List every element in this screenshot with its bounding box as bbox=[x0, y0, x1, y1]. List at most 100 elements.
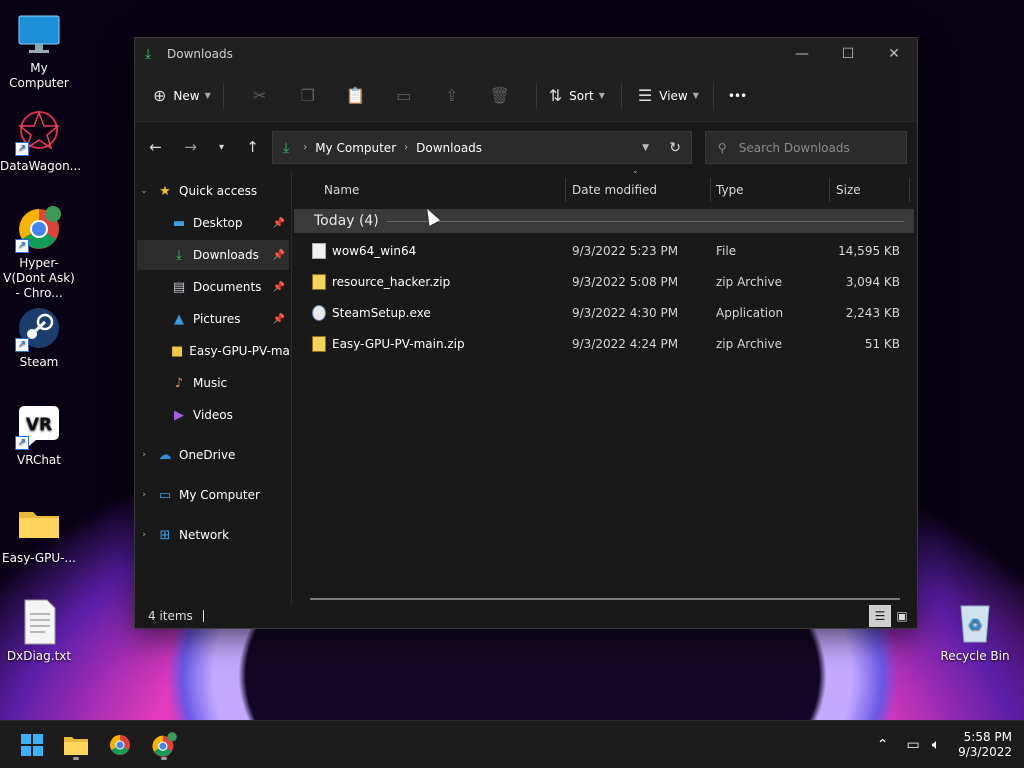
column-header-type[interactable]: Type bbox=[716, 172, 744, 208]
shortcut-arrow-icon: ↗ bbox=[15, 239, 29, 253]
file-type: zip Archive bbox=[716, 274, 782, 289]
taskbar-file-explorer[interactable] bbox=[56, 729, 96, 761]
desktop-icon-easy-gpu[interactable]: Easy-GPU-... bbox=[0, 500, 78, 566]
shortcut-arrow-icon: ↗ bbox=[15, 338, 29, 352]
desktop-icon-my-computer[interactable]: My Computer bbox=[0, 10, 78, 91]
sidebar-item-label: Downloads bbox=[193, 248, 259, 262]
clock-time: 5:58 PM bbox=[963, 730, 1012, 744]
search-input[interactable] bbox=[738, 140, 889, 155]
desktop-icon-hyperv-chrome[interactable]: ↗ Hyper-V(Dont Ask) - Chro... bbox=[0, 205, 78, 301]
command-bar: ⊕ New ▼ ✂ ❐ 📋 ▭ ⇪ 🗑 ⇅ Sort ▼ ☰ View ▼ ••… bbox=[135, 70, 917, 122]
back-arrow-icon[interactable]: ← bbox=[140, 138, 171, 156]
table-row[interactable]: wow64_win64 9/3/2022 5:23 PM File 14,595… bbox=[292, 235, 912, 266]
more-options-button[interactable]: ••• bbox=[728, 80, 747, 112]
explorer-body: ⌄ ★ Quick access ▬ Desktop 📌 ⤓ Downloads… bbox=[135, 166, 917, 606]
minimize-button[interactable]: — bbox=[779, 38, 825, 70]
pin-icon: 📌 bbox=[272, 281, 285, 293]
desktop-icon-dxdiag[interactable]: DxDiag.txt bbox=[0, 598, 78, 664]
active-indicator bbox=[73, 757, 79, 760]
chevron-right-icon[interactable]: › bbox=[137, 490, 151, 500]
column-divider[interactable] bbox=[565, 178, 566, 202]
column-divider[interactable] bbox=[710, 178, 711, 202]
sidebar-item-desktop[interactable]: ▬ Desktop 📌 bbox=[137, 208, 289, 238]
system-tray: ⌃ ▭ 🔈︎ 5:58 PM 9/3/2022 bbox=[871, 721, 1024, 768]
breadcrumb-downloads[interactable]: Downloads bbox=[416, 141, 482, 155]
taskbar-chrome[interactable] bbox=[100, 729, 140, 761]
windows-logo-icon bbox=[21, 734, 43, 756]
refresh-icon[interactable]: ↻ bbox=[669, 140, 681, 156]
maximize-button[interactable]: ☐ bbox=[825, 38, 871, 70]
sidebar-item-label: Quick access bbox=[179, 184, 258, 198]
copy-icon[interactable]: ❐ bbox=[284, 86, 332, 105]
paste-icon[interactable]: 📋 bbox=[332, 86, 380, 105]
desktop-icon-steam[interactable]: ↗ Steam bbox=[0, 304, 78, 370]
title-bar[interactable]: ⤓ Downloads — ☐ ✕ bbox=[135, 38, 917, 70]
clock-date: 9/3/2022 bbox=[958, 745, 1012, 759]
group-divider bbox=[386, 220, 904, 222]
taskbar-chrome-profile[interactable] bbox=[144, 729, 184, 761]
delete-icon[interactable]: 🗑 bbox=[476, 86, 524, 105]
column-header-size[interactable]: Size bbox=[836, 172, 861, 208]
chevron-right-icon[interactable]: › bbox=[137, 450, 151, 460]
forward-arrow-icon[interactable]: → bbox=[175, 138, 206, 156]
desktop-icon-vrchat[interactable]: VR ↗ VRChat bbox=[0, 402, 78, 468]
sidebar-item-network[interactable]: › ⊞ Network bbox=[137, 520, 289, 550]
file-icon bbox=[312, 242, 326, 259]
volume-icon[interactable]: 🔈︎ bbox=[932, 737, 940, 753]
column-divider[interactable] bbox=[829, 178, 830, 202]
file-list-pane[interactable]: Name Date modified ⌄ Type Size Today (4)… bbox=[292, 166, 917, 606]
share-icon[interactable]: ⇪ bbox=[428, 86, 476, 105]
column-header-date-modified[interactable]: Date modified bbox=[572, 172, 657, 208]
chevron-down-icon[interactable]: ⌄ bbox=[137, 186, 151, 196]
new-button[interactable]: ⊕ New ▼ bbox=[153, 80, 211, 112]
sidebar-item-easy-gpu-pv-main[interactable]: ■ Easy-GPU-PV-main bbox=[137, 336, 291, 366]
tiles-view-icon[interactable]: ▣ bbox=[891, 605, 913, 627]
zip-archive-icon bbox=[312, 335, 326, 352]
table-row[interactable]: Easy-GPU-PV-main.zip 9/3/2022 4:24 PM zi… bbox=[292, 328, 912, 359]
close-button[interactable]: ✕ bbox=[871, 38, 917, 70]
rename-icon[interactable]: ▭ bbox=[380, 86, 428, 105]
file-type: zip Archive bbox=[716, 336, 782, 351]
file-explorer-window: ⤓ Downloads — ☐ ✕ ⊕ New ▼ ✂ ❐ 📋 ▭ ⇪ 🗑 ⇅ … bbox=[134, 37, 918, 629]
download-icon: ⤓ bbox=[145, 46, 152, 62]
text-file-icon bbox=[15, 598, 63, 646]
horizontal-scrollbar[interactable] bbox=[310, 598, 900, 600]
sidebar-item-pictures[interactable]: ▲ Pictures 📌 bbox=[137, 304, 289, 334]
steam-icon: ↗ bbox=[15, 304, 63, 352]
clock[interactable]: 5:58 PM 9/3/2022 bbox=[958, 730, 1012, 760]
chevron-right-icon[interactable]: › bbox=[137, 530, 151, 540]
chevron-up-icon[interactable]: ⌃ bbox=[877, 737, 889, 753]
details-view-icon[interactable]: ☰ bbox=[869, 605, 891, 627]
column-header-name[interactable]: Name bbox=[324, 172, 359, 208]
sidebar-item-my-computer[interactable]: › ▭ My Computer bbox=[137, 480, 289, 510]
group-header-today[interactable]: Today (4) bbox=[294, 209, 914, 233]
desktop-icon-label: DxDiag.txt bbox=[6, 649, 72, 663]
network-icon[interactable]: ▭ bbox=[906, 737, 919, 753]
sidebar-item-documents[interactable]: ▤ Documents 📌 bbox=[137, 272, 289, 302]
up-arrow-icon[interactable]: ↑ bbox=[237, 138, 268, 156]
desktop-icon-recycle-bin[interactable]: ♻ Recycle Bin bbox=[936, 598, 1014, 664]
column-divider[interactable] bbox=[909, 178, 910, 202]
sidebar-item-quick-access[interactable]: ⌄ ★ Quick access bbox=[137, 176, 289, 206]
address-bar[interactable]: ⤓ › My Computer › Downloads ▼ ↻ bbox=[272, 131, 692, 164]
address-history-chevron-icon[interactable]: ▼ bbox=[642, 143, 649, 153]
window-controls: — ☐ ✕ bbox=[779, 38, 917, 70]
sidebar-item-downloads[interactable]: ⤓ Downloads 📌 bbox=[137, 240, 289, 270]
table-row[interactable]: SteamSetup.exe 9/3/2022 4:30 PM Applicat… bbox=[292, 297, 912, 328]
vrchat-icon: VR ↗ bbox=[15, 402, 63, 450]
sidebar-item-onedrive[interactable]: › ☁ OneDrive bbox=[137, 440, 289, 470]
sidebar-item-music[interactable]: ♪ Music bbox=[137, 368, 289, 398]
recent-locations-chevron-icon[interactable]: ▾ bbox=[206, 142, 237, 153]
sort-button[interactable]: ⇅ Sort ▼ bbox=[549, 80, 605, 112]
sidebar-item-videos[interactable]: ▶ Videos bbox=[137, 400, 289, 430]
cut-icon[interactable]: ✂ bbox=[236, 86, 284, 105]
breadcrumb-my-computer[interactable]: My Computer bbox=[315, 141, 396, 155]
start-button[interactable] bbox=[12, 729, 52, 761]
desktop-icon-datawagon[interactable]: ↗ DataWagon... bbox=[0, 108, 81, 174]
search-box[interactable]: ⚲ bbox=[705, 131, 907, 164]
view-button[interactable]: ☰ View ▼ bbox=[638, 80, 699, 112]
table-row[interactable]: resource_hacker.zip 9/3/2022 5:08 PM zip… bbox=[292, 266, 912, 297]
chevron-down-icon: ▼ bbox=[692, 91, 699, 100]
desktop-icon-label: VRChat bbox=[17, 453, 61, 467]
navigation-pane[interactable]: ⌄ ★ Quick access ▬ Desktop 📌 ⤓ Downloads… bbox=[135, 172, 292, 606]
